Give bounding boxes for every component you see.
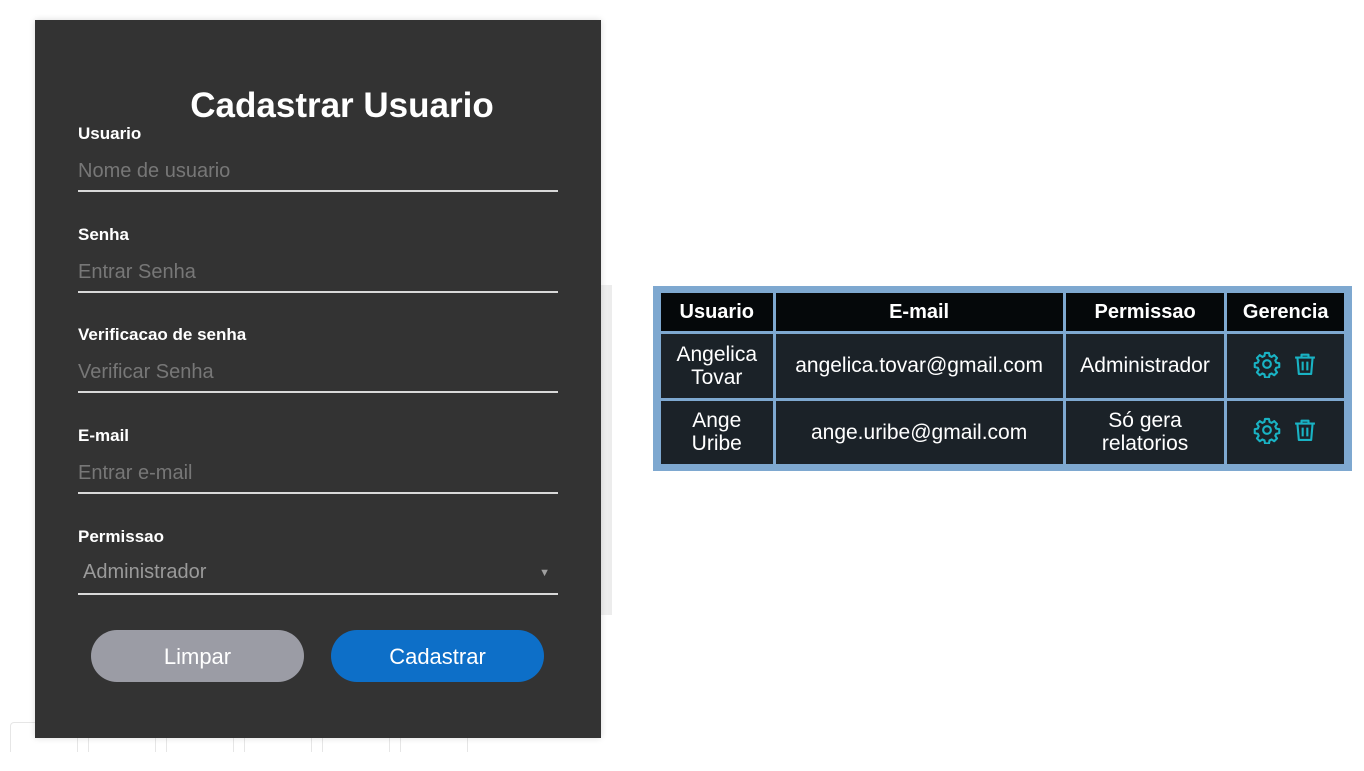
register-user-panel: Cadastrar Usuario Usuario Senha Verifica… <box>35 20 601 738</box>
username-label: Usuario <box>78 124 142 143</box>
table-header-row: Usuario E-mail Permissao Gerencia <box>661 293 1344 331</box>
password-field: Senha <box>78 225 558 293</box>
permission-field: Permissao Administrador ▼ <box>78 527 558 595</box>
cell-user: Ange Uribe <box>661 400 773 464</box>
password-confirm-label: Verificacao de senha <box>78 325 247 344</box>
cell-actions <box>1227 400 1344 464</box>
password-confirm-field: Verificacao de senha <box>78 325 558 393</box>
trash-icon[interactable] <box>1290 349 1320 379</box>
email-label: E-mail <box>78 426 130 445</box>
row-actions <box>1252 349 1320 379</box>
submit-button[interactable]: Cadastrar <box>331 630 544 682</box>
password-label: Senha <box>78 225 130 244</box>
permission-selected-value: Administrador <box>83 561 207 583</box>
gear-icon[interactable] <box>1252 349 1282 379</box>
form-title: Cadastrar Usuario <box>190 86 494 125</box>
username-input[interactable] <box>78 152 558 192</box>
table-row: Angelica Tovar angelica.tovar@gmail.com … <box>661 334 1344 398</box>
cell-permission: Administrador <box>1065 334 1225 398</box>
cell-email: angelica.tovar@gmail.com <box>775 334 1063 398</box>
clear-button[interactable]: Limpar <box>91 630 304 682</box>
column-header-user: Usuario <box>661 293 773 331</box>
permission-select[interactable]: Administrador ▼ <box>78 555 558 595</box>
row-actions <box>1252 415 1320 445</box>
password-confirm-input[interactable] <box>78 353 558 393</box>
cell-permission: Só gera relatorios <box>1065 400 1225 464</box>
password-input[interactable] <box>78 253 558 293</box>
email-input[interactable] <box>78 454 558 494</box>
gear-icon[interactable] <box>1252 415 1282 445</box>
permission-label: Permissao <box>78 527 164 546</box>
trash-icon[interactable] <box>1290 415 1320 445</box>
cell-user: Angelica Tovar <box>661 334 773 398</box>
column-header-permission: Permissao <box>1065 293 1225 331</box>
column-header-management: Gerencia <box>1227 293 1344 331</box>
table-row: Ange Uribe ange.uribe@gmail.com Só gera … <box>661 400 1344 464</box>
caret-down-icon: ▼ <box>539 567 550 579</box>
username-field: Usuario <box>78 124 558 192</box>
users-table: Usuario E-mail Permissao Gerencia Angeli… <box>658 290 1347 467</box>
column-header-email: E-mail <box>775 293 1063 331</box>
cell-actions <box>1227 334 1344 398</box>
cell-email: ange.uribe@gmail.com <box>775 400 1063 464</box>
users-table-frame: Usuario E-mail Permissao Gerencia Angeli… <box>653 286 1352 471</box>
email-field: E-mail <box>78 426 558 494</box>
